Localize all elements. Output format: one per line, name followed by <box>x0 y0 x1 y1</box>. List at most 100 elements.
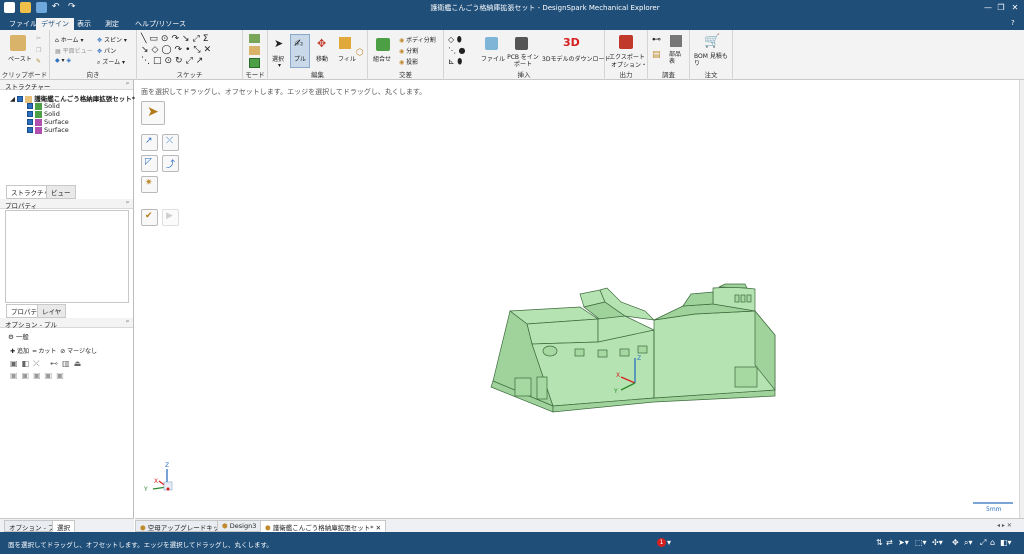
fit-icon[interactable]: ⤢ <box>980 538 986 548</box>
window[interactable] <box>574 348 585 357</box>
tab-help[interactable]: ヘルプ/リソース <box>130 18 191 30</box>
cut-option[interactable]: ━ カット <box>33 348 57 355</box>
pan-status-icon[interactable]: ✥ <box>952 538 959 547</box>
project-button[interactable]: ◉ 投影 <box>399 57 418 66</box>
solid-1-checkbox[interactable] <box>27 103 33 109</box>
combine-button[interactable]: 組合せ <box>373 54 391 63</box>
options-tools-row1[interactable]: ▣◧⤫ ⊷▥⏏ <box>10 359 85 369</box>
tree-item-solid-1[interactable]: Solid <box>27 102 60 110</box>
pin-icon[interactable]: ᵖ <box>126 200 129 207</box>
close-button[interactable]: ✕ <box>1009 2 1021 14</box>
tab-view[interactable]: ビュー <box>46 185 76 199</box>
tweak-icon[interactable]: ⬡ <box>356 48 364 58</box>
mirror-icon[interactable]: ⇄ <box>886 538 893 547</box>
split-button[interactable]: ◉ 分割 <box>399 46 418 55</box>
doc-tab-design3[interactable]: ⬢ Design3 <box>217 520 262 532</box>
error-dropdown-icon[interactable]: ▾ <box>667 538 671 547</box>
doc-tab-hangar[interactable]: ⬢ 護衛艦こんごう格納庫拡張セット* ✕ <box>260 520 387 532</box>
close-tab-icon[interactable]: ✕ <box>376 524 381 532</box>
3d-mode-icon[interactable] <box>249 58 260 68</box>
minimize-button[interactable]: — <box>982 2 994 14</box>
window[interactable] <box>619 348 630 357</box>
spin-button[interactable]: ✥ スピン ▾ <box>97 35 127 44</box>
hatch[interactable] <box>542 345 558 357</box>
add-option[interactable]: ✚ 追加 <box>10 348 29 355</box>
options-general[interactable]: ⚙ 一般 <box>8 331 29 341</box>
window[interactable] <box>597 349 608 358</box>
tree-item-solid-2[interactable]: Solid <box>27 110 60 118</box>
view-cube-button[interactable]: ◆ ▾ ◈ <box>55 57 71 64</box>
paste-icon[interactable] <box>10 35 26 51</box>
sketch-tools-row1[interactable]: ╲▭⊙↷↘⤢Σ <box>141 34 211 44</box>
zoom-status-icon[interactable]: ⌕▾ <box>964 538 973 548</box>
tree-item-surface-1[interactable]: Surface <box>27 118 69 126</box>
window[interactable] <box>637 345 648 354</box>
window[interactable] <box>746 294 752 303</box>
tab-selection[interactable]: 選択 <box>52 520 75 532</box>
display-icon[interactable]: ◧▾ <box>1000 538 1012 547</box>
parts-list-button[interactable]: 部品表 <box>669 51 685 65</box>
pcb-import-button[interactable]: PCB をインポート <box>506 54 540 68</box>
insert-small-tools[interactable]: ◇ ⬮ ⋱ ● ⊾ ⬮ <box>448 34 466 67</box>
help-icon[interactable]: ? <box>1006 18 1020 30</box>
pull-button[interactable]: プル <box>294 54 306 63</box>
bom-quote-button[interactable]: BOM 見積もり <box>694 53 730 67</box>
tab-scroll-arrows[interactable]: ◂ ▸ ✕ <box>997 522 1012 529</box>
hangar-model[interactable] <box>490 283 776 413</box>
format-painter-icon[interactable]: ✎ <box>36 58 41 65</box>
model-face[interactable] <box>718 283 748 289</box>
spin-status-icon[interactable]: ✣▾ <box>932 538 943 547</box>
options-tools-row2[interactable]: ▣▣▣▣▣ <box>10 371 68 380</box>
error-badge[interactable]: 1 <box>657 538 666 547</box>
root-checkbox[interactable] <box>17 96 24 102</box>
tab-design[interactable]: デザイン <box>36 18 74 30</box>
output-options-button[interactable]: オプション・ <box>611 60 647 69</box>
door[interactable] <box>514 377 532 397</box>
sketch-tools-row3[interactable]: ⋱□⊙↻⤢↗ <box>141 56 206 66</box>
plane-view-button[interactable]: ▦ 平面ビュー <box>55 46 93 55</box>
surface-2-checkbox[interactable] <box>27 127 33 133</box>
expand-icon[interactable]: ◢ <box>10 95 17 103</box>
window[interactable] <box>740 294 746 303</box>
home-button[interactable]: ⌂ ホーム ▾ <box>55 35 83 44</box>
group-sketch: ╲▭⊙↷↘⤢Σ ↘◇◯↷•⤡✕ ⋱□⊙↻⤢↗ スケッチ <box>137 30 243 80</box>
select-dropdown-icon[interactable]: ▾ <box>278 62 281 69</box>
copy-icon[interactable]: ❐ <box>36 47 41 54</box>
pin-icon[interactable]: ᵖ <box>126 319 129 326</box>
cut-icon[interactable]: ✂ <box>36 35 41 42</box>
sketch-mode-icon[interactable] <box>249 34 260 43</box>
door[interactable] <box>734 366 758 388</box>
door[interactable] <box>536 376 548 400</box>
sketch-tools-row2[interactable]: ↘◇◯↷•⤡✕ <box>141 45 214 55</box>
rotate-icon[interactable]: ⇅ <box>876 538 883 547</box>
paste-button[interactable]: ペースト <box>8 54 32 63</box>
solid-2-checkbox[interactable] <box>27 111 33 117</box>
surface-icon <box>35 118 42 126</box>
tab-measure[interactable]: 測定 <box>100 18 124 30</box>
view-triad[interactable]: Z Y X <box>143 462 173 493</box>
measure-icon[interactable]: ⊷ <box>652 35 661 45</box>
tab-layer[interactable]: レイヤ <box>37 304 67 318</box>
bom-small-icon[interactable]: ▤ <box>652 50 661 60</box>
3d-model-download-button[interactable]: 3Dモデルのダウンロード <box>542 54 610 63</box>
surface-1-checkbox[interactable] <box>27 119 33 125</box>
viewport-canvas[interactable]: 面を選択してドラッグし、オフセットします。エッジを選択してドラッグし、丸くします… <box>135 80 1019 518</box>
tab-display[interactable]: 表示 <box>72 18 96 30</box>
window[interactable] <box>734 294 740 303</box>
pan-button[interactable]: ✥ パン <box>97 46 116 55</box>
tree-item-surface-2[interactable]: Surface <box>27 126 69 134</box>
select-mode-icon[interactable]: ➤▾ <box>898 538 909 547</box>
pin-icon[interactable]: ᵖ <box>126 81 129 88</box>
vertical-scrollbar[interactable] <box>1019 80 1024 518</box>
model-face[interactable] <box>682 291 714 307</box>
file-button[interactable]: ファイル <box>481 54 505 63</box>
restore-button[interactable]: ❐ <box>995 2 1007 14</box>
split-body-button[interactable]: ◉ ボディ分割 <box>399 35 436 44</box>
no-merge-option[interactable]: ⊘ マージなし <box>60 348 97 355</box>
box-select-icon[interactable]: ⬚▾ <box>915 538 927 547</box>
fill-button[interactable]: フィル <box>338 54 356 63</box>
section-mode-icon[interactable] <box>249 46 260 55</box>
move-button[interactable]: 移動 <box>316 54 328 63</box>
zoom-button[interactable]: ⌕ ズーム ▾ <box>97 57 125 67</box>
view-home-icon[interactable]: ⌂ <box>990 538 995 547</box>
